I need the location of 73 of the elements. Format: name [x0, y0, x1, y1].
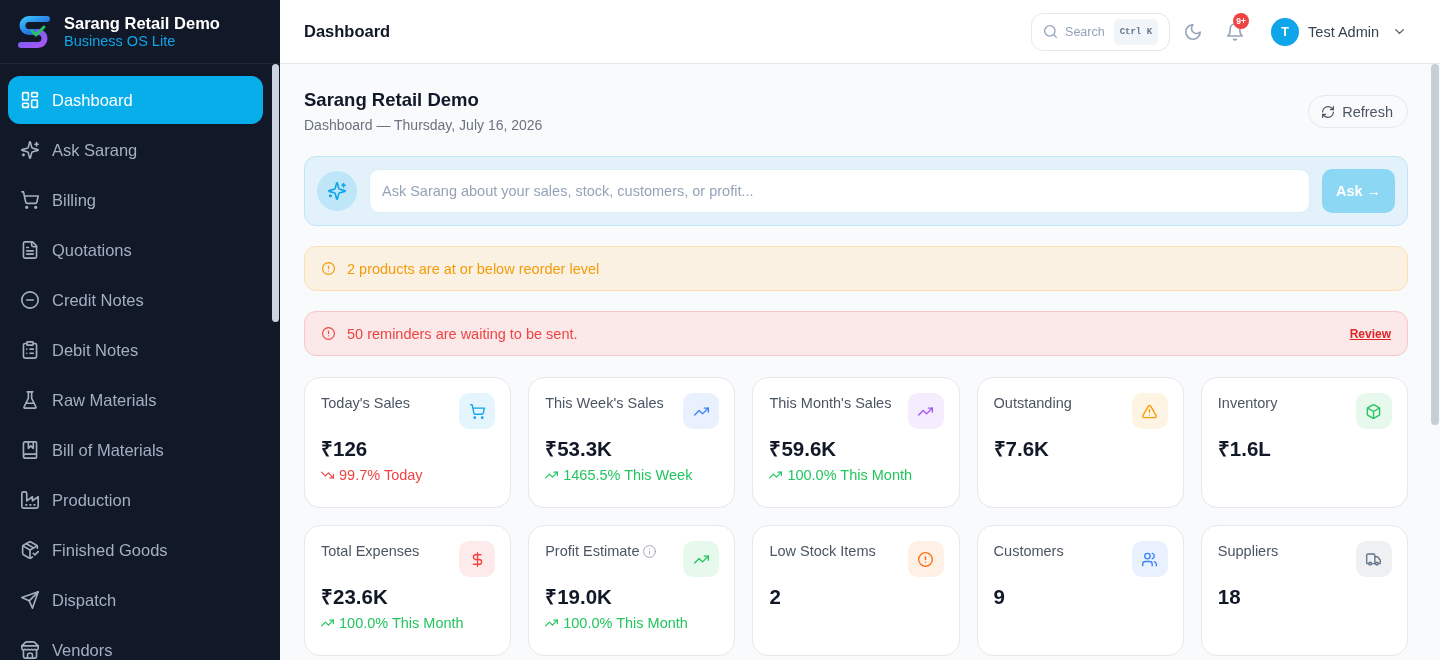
bell-icon[interactable]	[1227, 22, 1244, 41]
alert-message: 50 reminders are waiting to be sent.	[347, 325, 578, 342]
cart-icon	[21, 191, 39, 209]
refresh-icon	[1322, 105, 1335, 118]
stat-change: 100.0% This Month	[339, 614, 464, 633]
stat-value: ₹19.0K	[545, 584, 613, 610]
refresh-button[interactable]: Refresh	[1308, 95, 1408, 128]
scrollbar-thumb[interactable]	[272, 64, 279, 322]
sidebar-item[interactable]: Billing	[8, 176, 263, 224]
search-icon	[1044, 24, 1058, 38]
scrollbar-thumb[interactable]	[1431, 64, 1439, 425]
shop-icon	[21, 641, 39, 659]
stat-value: ₹23.6K	[321, 584, 389, 610]
book-icon	[21, 441, 39, 459]
sparkle-icon	[21, 141, 39, 159]
sidebar-item[interactable]: Bill of Materials	[8, 426, 263, 474]
clipboard-icon	[21, 341, 39, 359]
stat-label: Outstanding	[993, 394, 1072, 413]
sidebar-item[interactable]: Production	[8, 476, 263, 524]
stat-change: 100.0% This Month	[563, 614, 688, 633]
sidebar-item[interactable]: Ask Sarang	[8, 126, 263, 174]
grid-icon	[21, 91, 39, 109]
stat-value: ₹1.6L	[1217, 436, 1272, 462]
ask-input[interactable]: Ask Sarang about your sales, stock, customers, or profit...	[369, 169, 1310, 213]
logo-icon	[17, 15, 51, 48]
stat-label: Low Stock Items	[769, 542, 876, 561]
page-header-title: Dashboard	[304, 22, 391, 41]
stat-value: 18	[1217, 584, 1242, 610]
stat-label: Customers	[993, 542, 1064, 561]
sidebar-item[interactable]: Dispatch	[8, 576, 263, 624]
stat-value: ₹126	[321, 436, 369, 462]
page-title: Sarang Retail Demo	[304, 88, 479, 112]
flask-icon	[21, 391, 39, 409]
user-menu-button[interactable]: T Test Admin	[1271, 17, 1404, 46]
box-check-icon	[21, 541, 39, 559]
factory-icon	[21, 491, 39, 509]
minus-circle-icon	[21, 291, 39, 309]
stat-value: 9	[993, 584, 1006, 610]
paper-plane-icon	[21, 591, 39, 609]
document-icon	[21, 241, 39, 259]
sidebar-item[interactable]: Vendors	[8, 626, 263, 660]
info-icon[interactable]	[643, 544, 657, 558]
stat-label: Profit Estimate	[545, 542, 640, 561]
sidebar-item[interactable]: Debit Notes	[8, 326, 263, 374]
sparkle-icon	[317, 171, 357, 211]
sidebar-item[interactable]: Raw Materials	[8, 376, 263, 424]
stat-label: This Week's Sales	[545, 394, 664, 413]
stat-change: 100.0% This Month	[787, 466, 913, 485]
sidebar-item[interactable]: Credit Notes	[8, 276, 263, 324]
chevron-down-icon	[1395, 29, 1404, 34]
page-subtitle: Dashboard — Thursday, July 16, 2026	[304, 116, 543, 135]
stat-label: Inventory	[1217, 394, 1278, 413]
stat-label: This Month's Sales	[769, 394, 892, 413]
brand-subtitle: Business OS Lite	[64, 32, 176, 50]
stat-value: 2	[769, 584, 782, 610]
brand-title: Sarang Retail Demo	[64, 13, 220, 33]
alert-circle-icon	[322, 327, 335, 340]
stat-value: ₹59.6K	[769, 436, 838, 462]
stat-change: 1465.5% This Week	[563, 466, 693, 485]
sidebar-item[interactable]: Quotations	[8, 226, 263, 274]
sidebar-item[interactable]: Finished Goods	[8, 526, 263, 574]
alert-circle-icon	[322, 262, 335, 275]
stat-value: ₹7.6K	[993, 436, 1050, 462]
notification-badge: 9+	[1233, 12, 1250, 29]
moon-icon[interactable]	[1185, 23, 1202, 40]
stat-label: Suppliers	[1217, 542, 1279, 561]
alert-message: 2 products are at or below reorder level	[347, 260, 600, 277]
stat-label: Total Expenses	[321, 542, 420, 561]
stat-value: ₹53.3K	[545, 436, 613, 462]
stat-change: 99.7% Today	[339, 466, 423, 485]
review-link[interactable]: Review	[1349, 326, 1391, 341]
stat-label: Today's Sales	[321, 394, 410, 413]
avatar-initial: T	[1271, 17, 1300, 46]
